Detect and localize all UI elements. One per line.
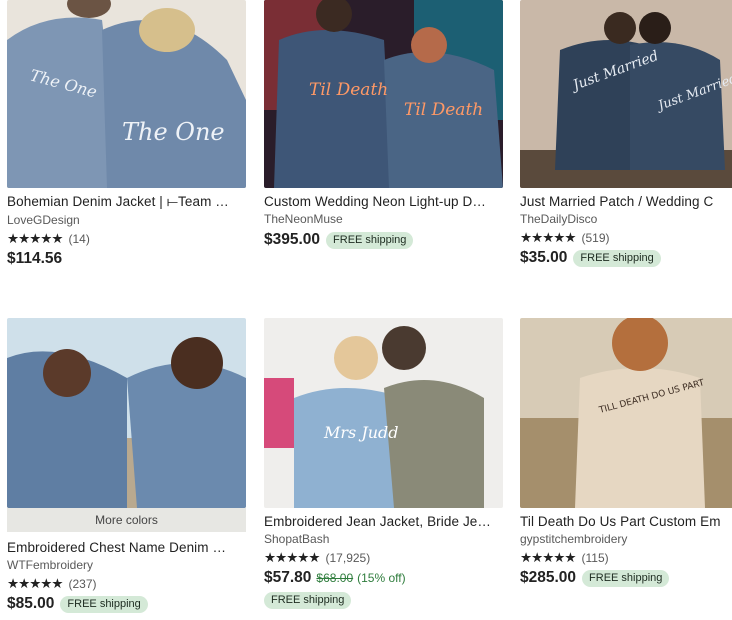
product-image[interactable]: Til Death Til Death [264, 0, 503, 188]
product-title[interactable]: Til Death Do Us Part Custom Em [520, 514, 732, 529]
svg-text:Til Death: Til Death [309, 80, 388, 100]
shop-name: gypstitchembroidery [520, 532, 628, 546]
star-rating-icon: ★★★★★ [520, 229, 577, 245]
price-row: $395.00 FREE shipping [264, 230, 503, 250]
product-card[interactable]: Til Death Til Death Custom Wedding Neon … [264, 0, 503, 250]
price-row: $285.00 FREE shipping [520, 568, 732, 588]
rating: ★★★★★ (17,925) [264, 550, 503, 565]
product-title[interactable]: Bohemian Denim Jacket | ⟝Team … [7, 194, 246, 210]
product-card[interactable]: Just Married Just Married Just Married P… [520, 0, 732, 268]
product-card[interactable]: More colors Embroidered Chest Name Denim… [7, 318, 246, 614]
rating: ★★★★★ (115) [520, 550, 732, 565]
product-image[interactable]: Mrs Judd [264, 318, 503, 508]
price: $85.00 [7, 595, 55, 612]
price: $57.80 [264, 569, 312, 586]
product-title[interactable]: Custom Wedding Neon Light-up D… [264, 194, 503, 209]
price: $395.00 [264, 231, 321, 248]
product-title[interactable]: Embroidered Chest Name Denim … [7, 540, 246, 555]
price: $285.00 [520, 569, 577, 586]
rating: ★★★★★ (519) [520, 230, 732, 245]
price: $35.00 [520, 249, 568, 266]
review-count: (237) [68, 576, 97, 591]
more-colors-label[interactable]: More colors [7, 508, 246, 532]
svg-text:Til Death: Til Death [404, 100, 483, 120]
product-title[interactable]: Embroidered Jean Jacket, Bride Je… [264, 514, 503, 529]
price-row: $114.56 [7, 249, 246, 269]
svg-text:Mrs Judd: Mrs Judd [323, 423, 399, 442]
star-rating-icon: ★★★★★ [7, 575, 64, 591]
price-row: $85.00 FREE shipping [7, 594, 246, 614]
free-shipping-badge: FREE shipping [326, 231, 414, 249]
rating: ★★★★★ (14) [7, 231, 246, 246]
review-count: (17,925) [325, 550, 371, 565]
free-shipping-badge: FREE shipping [582, 569, 670, 587]
shop-name: ShopatBash [264, 532, 330, 546]
product-card[interactable]: Mrs Judd Embroidered Jean Jacket, Bride … [264, 318, 503, 609]
product-image[interactable]: TILL DEATH DO US PART [520, 318, 732, 508]
price-row: $57.80 $68.00 (15% off) [264, 568, 503, 588]
shop-name: WTFembroidery [7, 558, 94, 572]
rating: ★★★★★ (237) [7, 576, 246, 591]
product-title[interactable]: Just Married Patch / Wedding C [520, 194, 732, 209]
free-shipping-badge: FREE shipping [60, 595, 148, 613]
shop-name: TheDailyDisco [520, 212, 598, 226]
price: $114.56 [7, 250, 63, 267]
product-image[interactable]: The One The One [7, 0, 246, 188]
free-shipping-badge: FREE shipping [264, 592, 352, 609]
review-count: (519) [581, 230, 610, 245]
star-rating-icon: ★★★★★ [520, 549, 577, 565]
svg-text:The One: The One [122, 118, 225, 146]
product-card[interactable]: TILL DEATH DO US PART Til Death Do Us Pa… [520, 318, 732, 588]
shop-name: LoveGDesign [7, 213, 80, 227]
original-price: $68.00 [316, 571, 354, 585]
star-rating-icon: ★★★★★ [7, 230, 64, 246]
price-row: $35.00 FREE shipping [520, 248, 732, 268]
product-card[interactable]: The One The One Bohemian Denim Jacket | … [7, 0, 246, 269]
review-count: (115) [581, 550, 609, 565]
star-rating-icon: ★★★★★ [264, 549, 321, 565]
free-shipping-badge: FREE shipping [573, 249, 661, 267]
review-count: (14) [68, 231, 90, 246]
discount-label: (15% off) [357, 571, 406, 585]
product-image[interactable]: Just Married Just Married [520, 0, 732, 188]
product-image[interactable] [7, 318, 246, 508]
shop-name: TheNeonMuse [264, 212, 343, 226]
